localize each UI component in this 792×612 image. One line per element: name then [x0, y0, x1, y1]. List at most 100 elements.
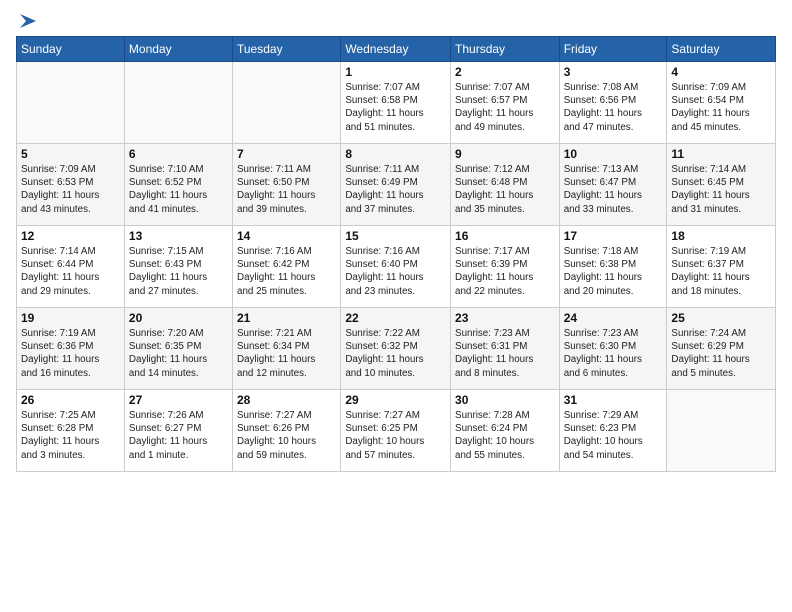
day-number: 12	[21, 229, 120, 243]
calendar-cell: 3 Sunrise: 7:08 AM Sunset: 6:56 PM Daylig…	[559, 62, 667, 144]
calendar-cell: 10 Sunrise: 7:13 AM Sunset: 6:47 PM Dayli…	[559, 144, 667, 226]
calendar-cell: 30 Sunrise: 7:28 AM Sunset: 6:24 PM Dayli…	[451, 390, 560, 472]
day-info: Sunrise: 7:17 AM Sunset: 6:39 PM Dayligh…	[455, 245, 555, 298]
day-info: Sunrise: 7:08 AM Sunset: 6:56 PM Dayligh…	[564, 81, 663, 134]
day-number: 22	[345, 311, 446, 325]
calendar-cell: 1Sunrise: 7:07 AM Sunset: 6:58 PM Daylig…	[341, 62, 451, 144]
day-info: Sunrise: 7:09 AM Sunset: 6:53 PM Dayligh…	[21, 163, 120, 216]
logo	[16, 10, 40, 28]
day-number: 5	[21, 147, 120, 161]
calendar-cell: 9 Sunrise: 7:12 AM Sunset: 6:48 PM Daylig…	[451, 144, 560, 226]
day-info: Sunrise: 7:22 AM Sunset: 6:32 PM Dayligh…	[345, 327, 446, 380]
day-number: 4	[671, 65, 771, 79]
day-number: 16	[455, 229, 555, 243]
day-number: 8	[345, 147, 446, 161]
calendar-cell: 14 Sunrise: 7:16 AM Sunset: 6:42 PM Dayli…	[233, 226, 341, 308]
calendar-cell: 27 Sunrise: 7:26 AM Sunset: 6:27 PM Dayli…	[124, 390, 232, 472]
calendar-week-row: 1Sunrise: 7:07 AM Sunset: 6:58 PM Daylig…	[17, 62, 776, 144]
day-info: Sunrise: 7:14 AM Sunset: 6:44 PM Dayligh…	[21, 245, 120, 298]
header-saturday: Saturday	[667, 37, 776, 62]
calendar-header-row: Sunday Monday Tuesday Wednesday Thursday…	[17, 37, 776, 62]
calendar-cell: 31 Sunrise: 7:29 AM Sunset: 6:23 PM Dayli…	[559, 390, 667, 472]
day-info: Sunrise: 7:11 AM Sunset: 6:50 PM Dayligh…	[237, 163, 336, 216]
page: Sunday Monday Tuesday Wednesday Thursday…	[0, 0, 792, 612]
calendar-cell: 20Sunrise: 7:20 AM Sunset: 6:35 PM Dayli…	[124, 308, 232, 390]
day-info: Sunrise: 7:07 AM Sunset: 6:58 PM Dayligh…	[345, 81, 446, 134]
logo-icon	[18, 10, 40, 32]
day-info: Sunrise: 7:16 AM Sunset: 6:42 PM Dayligh…	[237, 245, 336, 298]
day-info: Sunrise: 7:27 AM Sunset: 6:26 PM Dayligh…	[237, 409, 336, 462]
header-wednesday: Wednesday	[341, 37, 451, 62]
calendar-cell: 29 Sunrise: 7:27 AM Sunset: 6:25 PM Dayli…	[341, 390, 451, 472]
calendar-table: Sunday Monday Tuesday Wednesday Thursday…	[16, 36, 776, 472]
day-info: Sunrise: 7:19 AM Sunset: 6:37 PM Dayligh…	[671, 245, 771, 298]
day-number: 29	[345, 393, 446, 407]
calendar-week-row: 5 Sunrise: 7:09 AM Sunset: 6:53 PM Daylig…	[17, 144, 776, 226]
day-number: 20	[129, 311, 228, 325]
day-number: 31	[564, 393, 663, 407]
calendar-cell: 19 Sunrise: 7:19 AM Sunset: 6:36 PM Dayli…	[17, 308, 125, 390]
calendar-cell: 24 Sunrise: 7:23 AM Sunset: 6:30 PM Dayli…	[559, 308, 667, 390]
day-number: 24	[564, 311, 663, 325]
calendar-cell: 5 Sunrise: 7:09 AM Sunset: 6:53 PM Daylig…	[17, 144, 125, 226]
day-number: 26	[21, 393, 120, 407]
day-info: Sunrise: 7:10 AM Sunset: 6:52 PM Dayligh…	[129, 163, 228, 216]
calendar-cell: 8 Sunrise: 7:11 AM Sunset: 6:49 PM Daylig…	[341, 144, 451, 226]
day-number: 28	[237, 393, 336, 407]
day-info: Sunrise: 7:23 AM Sunset: 6:30 PM Dayligh…	[564, 327, 663, 380]
calendar-week-row: 19 Sunrise: 7:19 AM Sunset: 6:36 PM Dayli…	[17, 308, 776, 390]
day-number: 27	[129, 393, 228, 407]
calendar-cell: 23 Sunrise: 7:23 AM Sunset: 6:31 PM Dayli…	[451, 308, 560, 390]
calendar-cell: 15Sunrise: 7:16 AM Sunset: 6:40 PM Dayli…	[341, 226, 451, 308]
calendar-cell: 18Sunrise: 7:19 AM Sunset: 6:37 PM Dayli…	[667, 226, 776, 308]
calendar-cell: 13Sunrise: 7:15 AM Sunset: 6:43 PM Dayli…	[124, 226, 232, 308]
calendar-week-row: 26Sunrise: 7:25 AM Sunset: 6:28 PM Dayli…	[17, 390, 776, 472]
day-number: 6	[129, 147, 228, 161]
day-number: 9	[455, 147, 555, 161]
day-number: 3	[564, 65, 663, 79]
day-info: Sunrise: 7:18 AM Sunset: 6:38 PM Dayligh…	[564, 245, 663, 298]
day-info: Sunrise: 7:14 AM Sunset: 6:45 PM Dayligh…	[671, 163, 771, 216]
day-info: Sunrise: 7:07 AM Sunset: 6:57 PM Dayligh…	[455, 81, 555, 134]
calendar-cell: 22 Sunrise: 7:22 AM Sunset: 6:32 PM Dayli…	[341, 308, 451, 390]
day-info: Sunrise: 7:24 AM Sunset: 6:29 PM Dayligh…	[671, 327, 771, 380]
day-info: Sunrise: 7:11 AM Sunset: 6:49 PM Dayligh…	[345, 163, 446, 216]
day-number: 14	[237, 229, 336, 243]
calendar-cell: 6 Sunrise: 7:10 AM Sunset: 6:52 PM Daylig…	[124, 144, 232, 226]
day-number: 21	[237, 311, 336, 325]
calendar-week-row: 12 Sunrise: 7:14 AM Sunset: 6:44 PM Dayli…	[17, 226, 776, 308]
day-info: Sunrise: 7:28 AM Sunset: 6:24 PM Dayligh…	[455, 409, 555, 462]
day-number: 15	[345, 229, 446, 243]
header-friday: Friday	[559, 37, 667, 62]
day-number: 10	[564, 147, 663, 161]
calendar-cell: 21 Sunrise: 7:21 AM Sunset: 6:34 PM Dayli…	[233, 308, 341, 390]
day-info: Sunrise: 7:27 AM Sunset: 6:25 PM Dayligh…	[345, 409, 446, 462]
calendar-cell: 28 Sunrise: 7:27 AM Sunset: 6:26 PM Dayli…	[233, 390, 341, 472]
day-number: 19	[21, 311, 120, 325]
calendar-cell: 25 Sunrise: 7:24 AM Sunset: 6:29 PM Dayli…	[667, 308, 776, 390]
header	[16, 10, 776, 28]
calendar-cell: 2Sunrise: 7:07 AM Sunset: 6:57 PM Daylig…	[451, 62, 560, 144]
calendar-cell: 7 Sunrise: 7:11 AM Sunset: 6:50 PM Daylig…	[233, 144, 341, 226]
day-info: Sunrise: 7:26 AM Sunset: 6:27 PM Dayligh…	[129, 409, 228, 462]
calendar-cell: 16 Sunrise: 7:17 AM Sunset: 6:39 PM Dayli…	[451, 226, 560, 308]
day-info: Sunrise: 7:29 AM Sunset: 6:23 PM Dayligh…	[564, 409, 663, 462]
calendar-cell	[233, 62, 341, 144]
calendar-cell: 4Sunrise: 7:09 AM Sunset: 6:54 PM Daylig…	[667, 62, 776, 144]
header-monday: Monday	[124, 37, 232, 62]
calendar-cell	[124, 62, 232, 144]
day-info: Sunrise: 7:21 AM Sunset: 6:34 PM Dayligh…	[237, 327, 336, 380]
day-number: 11	[671, 147, 771, 161]
header-thursday: Thursday	[451, 37, 560, 62]
calendar-cell: 12 Sunrise: 7:14 AM Sunset: 6:44 PM Dayli…	[17, 226, 125, 308]
day-info: Sunrise: 7:15 AM Sunset: 6:43 PM Dayligh…	[129, 245, 228, 298]
day-number: 30	[455, 393, 555, 407]
calendar-cell	[667, 390, 776, 472]
day-number: 25	[671, 311, 771, 325]
day-info: Sunrise: 7:12 AM Sunset: 6:48 PM Dayligh…	[455, 163, 555, 216]
day-info: Sunrise: 7:23 AM Sunset: 6:31 PM Dayligh…	[455, 327, 555, 380]
day-number: 7	[237, 147, 336, 161]
day-number: 23	[455, 311, 555, 325]
day-info: Sunrise: 7:13 AM Sunset: 6:47 PM Dayligh…	[564, 163, 663, 216]
day-info: Sunrise: 7:19 AM Sunset: 6:36 PM Dayligh…	[21, 327, 120, 380]
